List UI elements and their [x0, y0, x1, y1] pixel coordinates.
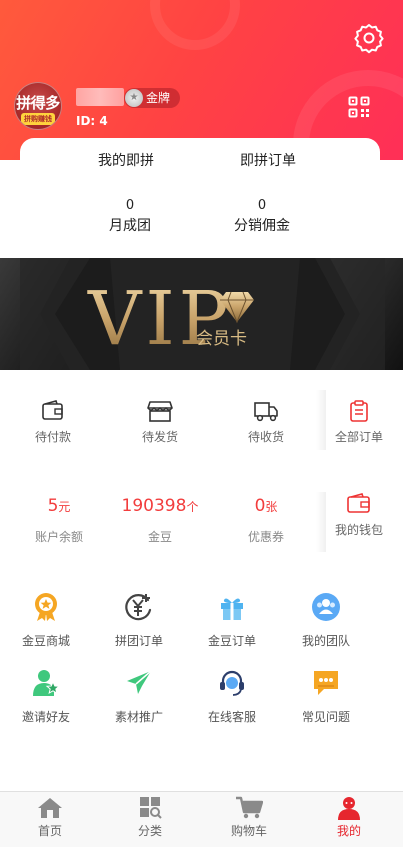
member-level-badge: ★ 金牌	[124, 88, 181, 108]
tool-label: 拼团订单	[114, 634, 163, 648]
tool-my-team[interactable]: 我的团队	[284, 592, 368, 649]
order-summary-card: 我的即拼 即拼订单	[20, 138, 380, 178]
tab-home[interactable]: 首页	[10, 796, 90, 839]
clipboard-icon	[350, 400, 368, 422]
wallet-icon	[42, 400, 63, 420]
wallet-icon	[347, 493, 370, 513]
coupons-unit: 张	[265, 500, 278, 514]
team-icon	[312, 593, 340, 621]
stat-value: 0	[125, 198, 135, 213]
tool-label: 金豆订单	[207, 634, 256, 648]
gift-icon	[221, 598, 243, 620]
gold-beans[interactable]: 190398个 金豆	[115, 496, 205, 545]
avatar[interactable]: 拼得多 拼购赚钱	[14, 82, 62, 130]
cart-icon	[236, 796, 263, 819]
order-pending-receipt[interactable]: 待收货	[231, 400, 301, 445]
member-level-label: 金牌	[146, 91, 171, 105]
qrcode-icon[interactable]	[348, 96, 370, 118]
order-all[interactable]: 全部订单	[324, 400, 394, 445]
tab-label: 首页	[37, 824, 62, 838]
category-icon	[140, 797, 162, 819]
order-label: 待收货	[247, 430, 284, 444]
tab-group-buy-orders[interactable]: 即拼订单	[240, 150, 296, 170]
tab-profile[interactable]: 我的	[309, 796, 389, 839]
send-icon	[127, 670, 152, 694]
vip-title: VIP	[87, 276, 232, 362]
username-redacted	[76, 88, 124, 106]
tool-gold-mall[interactable]: 金豆商城	[4, 592, 88, 649]
user-id: ID: 4	[76, 114, 108, 128]
tool-gold-orders[interactable]: 金豆订单	[190, 592, 274, 649]
profile-icon	[338, 797, 360, 820]
avatar-logo-text: 拼得多	[16, 94, 60, 112]
stat-label: 分销佣金	[234, 218, 290, 234]
tab-my-group-buy[interactable]: 我的即拼	[98, 150, 154, 170]
tool-label: 在线客服	[207, 710, 256, 724]
medal-icon	[35, 593, 57, 621]
bottom-tabbar: 首页 分类 购物车 我的	[0, 791, 403, 847]
beans-label: 金豆	[147, 530, 172, 544]
settings-gear-icon[interactable]	[353, 22, 385, 54]
medal-icon: ★	[125, 89, 143, 107]
stat-monthly-groups[interactable]: 0 月成团	[70, 198, 190, 235]
order-pending-shipment[interactable]: 待发货	[125, 400, 195, 445]
vip-banner-art: VIP 会员卡	[0, 258, 403, 370]
tab-category[interactable]: 分类	[110, 796, 190, 839]
order-label: 待付款	[34, 430, 71, 444]
tool-label: 邀请好友	[21, 710, 70, 724]
truck-icon	[254, 402, 278, 422]
tool-faq[interactable]: 常见问题	[284, 668, 368, 725]
shop-icon	[147, 401, 173, 422]
coupons[interactable]: 0张 优惠券	[221, 496, 311, 545]
beans-unit: 个	[186, 500, 199, 514]
decor-ring	[150, 0, 240, 50]
tab-label: 购物车	[230, 824, 267, 838]
tab-cart[interactable]: 购物车	[209, 796, 289, 839]
yen-icon	[125, 594, 152, 621]
balance-unit: 元	[58, 500, 71, 514]
avatar-logo-subtext: 拼购赚钱	[21, 113, 55, 125]
profile-header: 拼得多 拼购赚钱 ★ 金牌 ID: 4	[0, 0, 403, 160]
beans-value: 190398	[121, 496, 187, 516]
tool-group-orders[interactable]: 拼团订单	[97, 592, 181, 649]
headset-icon	[220, 670, 244, 696]
order-pending-payment[interactable]: 待付款	[18, 400, 88, 445]
order-label: 全部订单	[334, 430, 383, 444]
balance-value: 5	[47, 496, 59, 516]
stat-value: 0	[257, 198, 267, 213]
my-wallet[interactable]: 我的钱包	[324, 493, 394, 538]
order-label: 待发货	[141, 430, 178, 444]
tool-material-promo[interactable]: 素材推广	[97, 668, 181, 725]
account-balance[interactable]: 5元 账户余额	[14, 496, 104, 545]
balance-label: 账户余额	[34, 530, 83, 544]
tool-label: 常见问题	[301, 710, 350, 724]
vip-subtitle: 会员卡	[196, 329, 247, 349]
tool-label: 金豆商城	[21, 634, 70, 648]
coupons-label: 优惠券	[247, 530, 284, 544]
tool-invite-friends[interactable]: 邀请好友	[4, 668, 88, 725]
stat-commission[interactable]: 0 分销佣金	[202, 198, 322, 235]
home-icon	[38, 798, 62, 818]
chat-icon	[314, 671, 338, 695]
stat-label: 月成团	[109, 218, 151, 234]
wallet-label: 我的钱包	[334, 523, 383, 537]
tab-label: 我的	[336, 824, 361, 838]
tool-label: 素材推广	[114, 710, 163, 724]
tab-label: 分类	[137, 824, 162, 838]
coupons-value: 0	[254, 496, 266, 516]
invite-icon	[33, 670, 60, 696]
tool-label: 我的团队	[301, 634, 350, 648]
vip-banner[interactable]: VIP 会员卡	[0, 258, 403, 370]
tool-online-support[interactable]: 在线客服	[190, 668, 274, 725]
